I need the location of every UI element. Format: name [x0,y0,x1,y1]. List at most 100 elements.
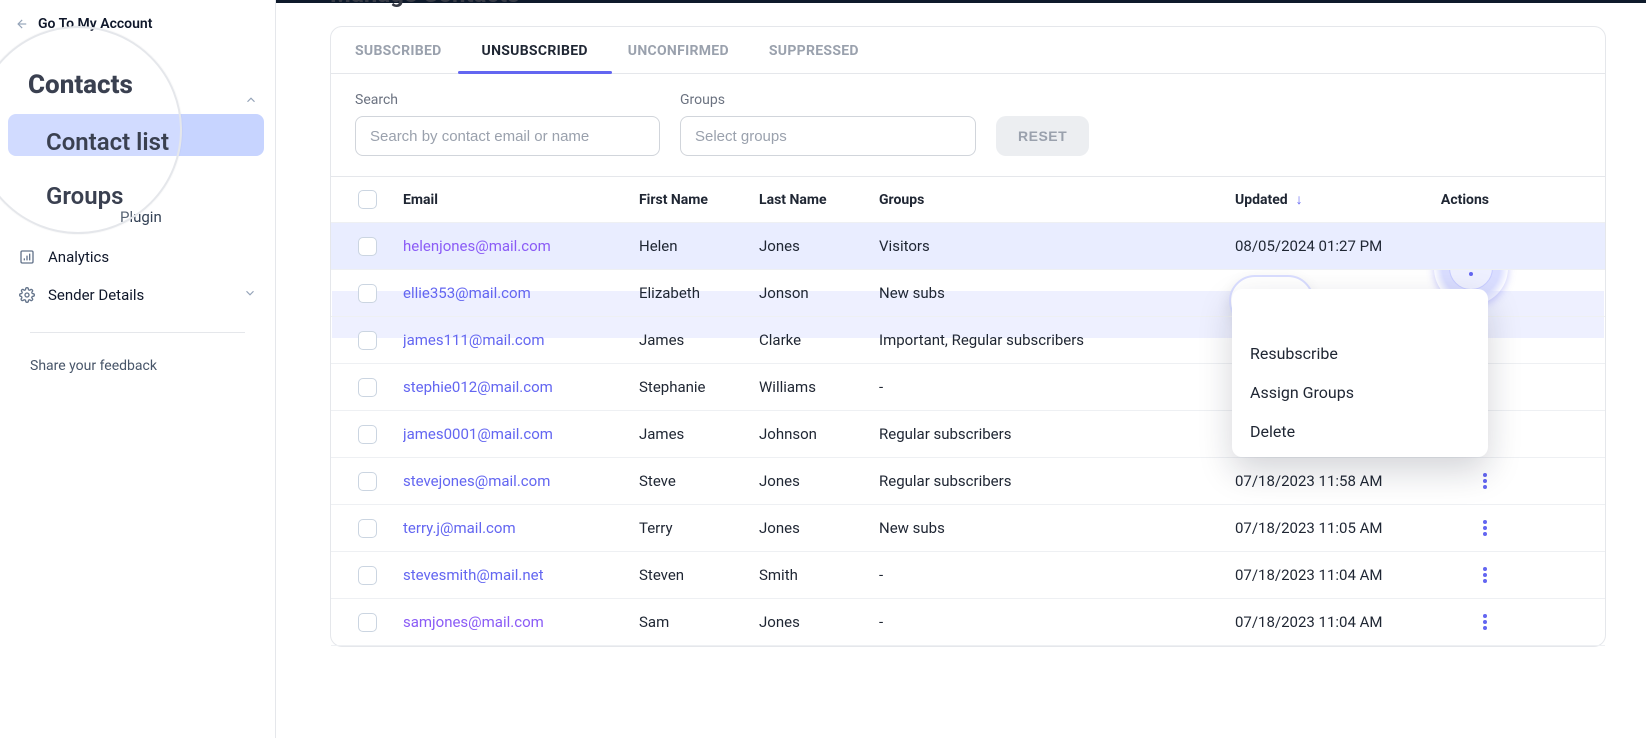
cell-email[interactable]: james111@mail.com [403,331,639,349]
row-actions-button[interactable] [1473,563,1497,587]
row-actions-button[interactable] [1473,516,1497,540]
col-updated[interactable]: Updated ↓ [1235,191,1445,208]
cell-actions [1445,563,1507,587]
reset-button[interactable]: RESET [996,116,1089,156]
sort-desc-icon: ↓ [1296,191,1303,208]
cell-last-name: Smith [759,566,879,584]
contacts-card: SUBSCRIBED UNSUBSCRIBED UNCONFIRMED SUPP… [330,26,1606,647]
cell-first-name: Helen [639,237,759,255]
cell-actions [1445,234,1507,258]
sidebar: Go To My Account Contacts Contact list G… [0,0,276,738]
chevron-down-icon [243,286,257,304]
cell-last-name: Williams [759,378,879,396]
cell-email[interactable]: terry.j@mail.com [403,519,639,537]
cell-actions [1445,610,1507,634]
tabs: SUBSCRIBED UNSUBSCRIBED UNCONFIRMED SUPP… [331,27,1605,74]
row-actions-button[interactable] [1473,469,1497,493]
sidebar-section-contacts[interactable]: Contacts [28,70,133,100]
row-checkbox[interactable] [358,378,377,397]
cell-last-name: Jones [759,237,879,255]
cell-last-name: Jonson [759,284,879,302]
cell-groups: - [879,613,1235,631]
table-header-row: Email First Name Last Name Groups Update… [331,177,1605,223]
search-label: Search [355,92,660,108]
main-content: Manage Contacts SUBSCRIBED UNSUBSCRIBED … [276,0,1646,738]
row-checkbox[interactable] [358,331,377,350]
table-row[interactable]: stevesmith@mail.netStevenSmith-07/18/202… [331,552,1605,599]
table-row[interactable]: samjones@mail.comSamJones-07/18/2023 11:… [331,599,1605,646]
cell-first-name: Elizabeth [639,284,759,302]
table-row[interactable]: stevejones@mail.comSteveJonesRegular sub… [331,458,1605,505]
sidebar-item-contact-list[interactable]: Contact list [46,128,169,156]
row-checkbox[interactable] [358,425,377,444]
back-to-account-label: Go To My Account [38,16,152,32]
cell-email[interactable]: samjones@mail.com [403,613,639,631]
tab-suppressed[interactable]: SUPPRESSED [769,27,859,73]
sidebar-divider [30,332,245,333]
menu-item-delete[interactable]: Delete [1232,412,1488,451]
cell-groups: - [879,378,1235,396]
menu-item-assign-groups[interactable]: Assign Groups [1232,373,1488,412]
cell-email[interactable]: ellie353@mail.com [403,284,639,302]
cell-email[interactable]: stephie012@mail.com [403,378,639,396]
tab-unconfirmed[interactable]: UNCONFIRMED [628,27,729,73]
cell-actions [1445,516,1507,540]
groups-select[interactable] [680,116,976,156]
row-checkbox[interactable] [358,613,377,632]
cell-first-name: Steve [639,472,759,490]
share-feedback-link[interactable]: Share your feedback [30,358,157,374]
row-actions-button[interactable] [1473,610,1497,634]
cell-actions [1445,469,1507,493]
cell-groups: New subs [879,519,1235,537]
row-checkbox[interactable] [358,237,377,256]
row-checkbox[interactable] [358,284,377,303]
cell-updated: 07/18/2023 11:58 AM [1235,472,1445,490]
cell-email[interactable]: stevejones@mail.com [403,472,639,490]
col-last-name[interactable]: Last Name [759,192,879,208]
table-row[interactable]: terry.j@mail.comTerryJonesNew subs07/18/… [331,505,1605,552]
tab-unsubscribed[interactable]: UNSUBSCRIBED [482,27,588,73]
row-checkbox[interactable] [358,519,377,538]
cell-updated: 07/18/2023 11:04 AM [1235,566,1445,584]
cell-last-name: Jones [759,472,879,490]
cell-last-name: Jones [759,613,879,631]
cell-email[interactable]: stevesmith@mail.net [403,566,639,584]
col-email[interactable]: Email [403,192,639,208]
cell-first-name: Steven [639,566,759,584]
arrow-left-icon [14,17,28,31]
cell-groups: - [879,566,1235,584]
cell-first-name: Stephanie [639,378,759,396]
col-first-name[interactable]: First Name [639,192,759,208]
col-groups[interactable]: Groups [879,192,1235,208]
cell-last-name: Jones [759,519,879,537]
sidebar-item-analytics[interactable]: Analytics [0,238,275,276]
cell-last-name: Johnson [759,425,879,443]
cell-email[interactable]: helenjones@mail.com [403,237,639,255]
chevron-up-icon[interactable] [244,92,258,111]
cell-updated: 08/05/2024 01:27 PM [1235,237,1445,255]
menu-item-resubscribe[interactable]: Resubscribe [1232,334,1488,373]
sidebar-item-sender-details[interactable]: Sender Details [0,276,275,314]
analytics-icon [18,248,36,266]
select-all-checkbox[interactable] [358,190,377,209]
sidebar-item-plugin[interactable]: Plugin [0,200,180,234]
cell-updated: 07/18/2023 11:05 AM [1235,519,1445,537]
sidebar-item-label: Sender Details [48,286,144,304]
search-input[interactable] [355,116,660,156]
cell-groups: New subs [879,284,1235,302]
col-actions: Actions [1445,192,1507,208]
cell-groups: Important, Regular subscribers [879,331,1235,349]
cell-last-name: Clarke [759,331,879,349]
gear-icon [18,286,36,304]
row-checkbox[interactable] [358,566,377,585]
cell-groups: Regular subscribers [879,472,1235,490]
filter-bar: Search Groups RESET [331,74,1605,177]
tab-subscribed[interactable]: SUBSCRIBED [355,27,442,73]
row-actions-menu: Edit Resubscribe Assign Groups Delete [1232,289,1488,457]
cell-first-name: James [639,425,759,443]
cell-email[interactable]: james0001@mail.com [403,425,639,443]
cell-updated: 07/18/2023 11:04 AM [1235,613,1445,631]
back-to-account-link[interactable]: Go To My Account [0,10,275,42]
row-checkbox[interactable] [358,472,377,491]
table-row[interactable]: helenjones@mail.comHelenJonesVisitors08/… [331,223,1605,270]
